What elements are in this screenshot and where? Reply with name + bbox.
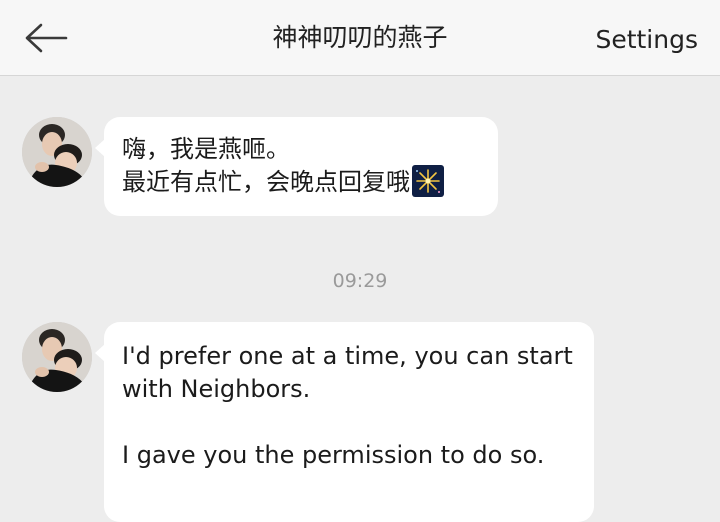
message-bubble[interactable]: I'd prefer one at a time, you can start … [95, 322, 594, 522]
message-line: 最近有点忙，会晚点回复哦 [122, 168, 410, 196]
top-navigation-bar: 神神叨叨的燕子 Settings [0, 0, 720, 76]
back-arrow-icon [25, 23, 68, 53]
message-line-with-emoji: 最近有点忙，会晚点回复哦 [122, 165, 480, 198]
fireworks-icon [412, 165, 444, 197]
message-line: I gave you the permission to do so. [122, 441, 545, 469]
settings-button[interactable]: Settings [595, 0, 698, 76]
chat-area[interactable]: 嗨，我是燕咂。 最近有点忙，会晚点回复哦 09:29 I'd prefer on… [0, 77, 720, 522]
avatar-photo [22, 322, 92, 392]
message-timestamp: 09:29 [332, 270, 388, 292]
message-line: 嗨，我是燕咂。 [122, 135, 290, 163]
avatar[interactable] [22, 322, 92, 392]
chat-title: 神神叨叨的燕子 [272, 23, 448, 52]
message-bubble[interactable]: 嗨，我是燕咂。 最近有点忙，会晚点回复哦 [95, 117, 498, 216]
back-button[interactable] [18, 18, 74, 58]
avatar-photo [22, 117, 92, 187]
message-line: with Neighbors. [122, 375, 311, 403]
message-line: I'd prefer one at a time, you can start [122, 342, 573, 370]
avatar[interactable] [22, 117, 92, 187]
